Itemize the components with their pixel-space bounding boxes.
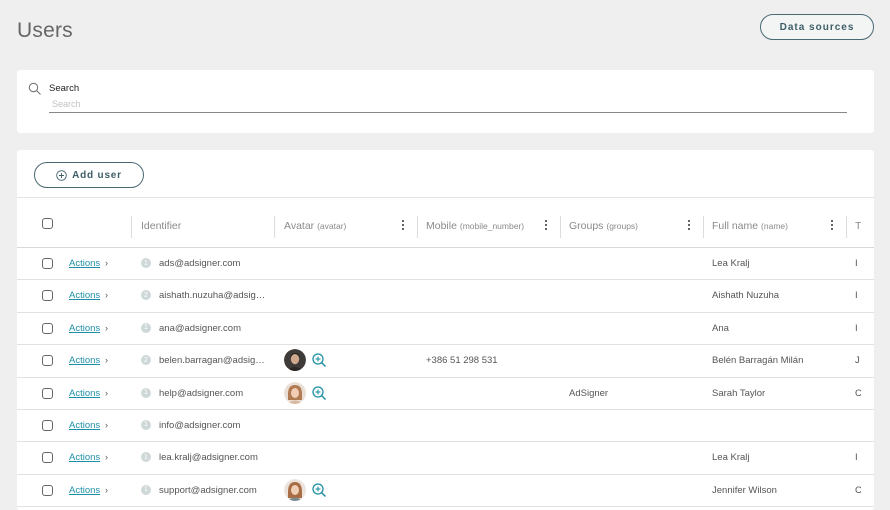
- actions-link[interactable]: Actions: [69, 323, 100, 334]
- add-user-button[interactable]: Add user: [34, 162, 144, 188]
- chevron-right-icon: ›: [105, 322, 108, 333]
- count-badge: 2: [141, 355, 151, 366]
- column-header-mobile[interactable]: Mobile (mobile_number): [426, 220, 524, 232]
- column-separator: [131, 216, 132, 238]
- table-body: Actions › 1 ads@adsigner.com Lea Kralj I…: [17, 248, 874, 508]
- next-column-cell: C: [855, 387, 861, 399]
- identifier-cell: help@adsigner.com: [159, 387, 244, 399]
- chevron-right-icon: ›: [105, 387, 108, 398]
- table-row: Actions › 1 ana@adsigner.com Ana I: [17, 313, 874, 346]
- column-separator: [703, 216, 704, 238]
- identifier-cell: lea.kralj@adsigner.com: [159, 452, 258, 464]
- table-row: Actions › 1 support@adsigner.com Jennife…: [17, 475, 874, 508]
- avatar-image: [284, 349, 306, 372]
- next-column-cell: C: [855, 484, 861, 496]
- table-row: Actions › 2 aishath.nuzuha@adsign... Ais…: [17, 280, 874, 313]
- table-row: Actions › 1 help@adsigner.com AdSigner S…: [17, 378, 874, 410]
- search-label: Search: [49, 83, 80, 94]
- groups-column-menu-icon[interactable]: [686, 220, 692, 234]
- column-header-groups[interactable]: Groups (groups): [569, 220, 638, 232]
- next-column-cell: J: [855, 355, 860, 367]
- identifier-cell: ana@adsigner.com: [159, 322, 241, 334]
- row-checkbox[interactable]: [42, 290, 53, 302]
- identifier-cell: info@adsigner.com: [159, 419, 241, 431]
- count-badge: 1: [141, 484, 151, 495]
- chevron-right-icon: ›: [105, 419, 108, 430]
- table-header: Identifier Avatar (avatar) Mobile (mobil…: [17, 197, 874, 248]
- fullname-cell: Lea Kralj: [712, 452, 750, 464]
- next-column-cell: I: [855, 322, 858, 334]
- column-header-avatar[interactable]: Avatar (avatar): [284, 220, 346, 232]
- mobile-cell: +386 51 298 531: [426, 355, 498, 367]
- fullname-cell: Aishath Nuzuha: [712, 290, 780, 302]
- actions-link[interactable]: Actions: [69, 485, 100, 496]
- chevron-right-icon: ›: [105, 484, 108, 495]
- users-table-card: Add user Identifier Avatar (avatar) Mobi…: [17, 150, 874, 510]
- search-panel: Search: [17, 70, 874, 133]
- count-badge: 1: [141, 322, 151, 333]
- count-badge: 1: [141, 419, 151, 430]
- column-header-fullname[interactable]: Full name (name): [712, 220, 788, 232]
- chevron-right-icon: ›: [105, 452, 108, 463]
- chevron-right-icon: ›: [105, 355, 108, 366]
- row-checkbox[interactable]: [42, 322, 53, 334]
- table-row: Actions › 1 ads@adsigner.com Lea Kralj I: [17, 248, 874, 281]
- row-checkbox[interactable]: [42, 387, 53, 399]
- search-input[interactable]: [49, 97, 847, 113]
- zoom-in-icon[interactable]: [311, 482, 327, 498]
- groups-cell: AdSigner: [569, 387, 609, 399]
- row-checkbox[interactable]: [42, 419, 53, 431]
- actions-link[interactable]: Actions: [69, 290, 100, 301]
- table-row: Actions › 1 info@adsigner.com: [17, 410, 874, 443]
- identifier-cell: belen.barragan@adsign...: [159, 355, 267, 367]
- count-badge: 1: [141, 452, 151, 463]
- fullname-cell: Ana: [712, 322, 729, 334]
- page-title: Users: [17, 19, 73, 42]
- table-row: Actions › 2 belen.barragan@adsign... +38…: [17, 345, 874, 378]
- fullname-cell: Lea Kralj: [712, 258, 750, 269]
- fullname-cell: Belén Barragán Milán: [712, 355, 804, 367]
- identifier-cell: aishath.nuzuha@adsign...: [159, 290, 267, 302]
- select-all-checkbox[interactable]: [42, 218, 53, 229]
- column-separator: [274, 216, 275, 238]
- actions-link[interactable]: Actions: [69, 452, 100, 463]
- row-checkbox[interactable]: [42, 484, 53, 496]
- avatar-column-menu-icon[interactable]: [400, 220, 406, 234]
- row-checkbox[interactable]: [42, 258, 53, 269]
- next-column-cell: I: [855, 290, 858, 302]
- column-header-next[interactable]: T: [855, 220, 861, 232]
- zoom-in-icon[interactable]: [311, 352, 327, 368]
- count-badge: 1: [141, 387, 151, 398]
- fullname-cell: Jennifer Wilson: [712, 484, 777, 496]
- row-checkbox[interactable]: [42, 355, 53, 367]
- avatar-image: [284, 381, 306, 404]
- actions-link[interactable]: Actions: [69, 388, 100, 399]
- data-sources-button[interactable]: Data sources: [760, 14, 874, 40]
- zoom-in-icon[interactable]: [311, 385, 327, 401]
- actions-link[interactable]: Actions: [69, 355, 100, 366]
- actions-link[interactable]: Actions: [69, 420, 100, 431]
- avatar-image: [284, 478, 306, 501]
- count-badge: 2: [141, 290, 151, 301]
- next-column-cell: I: [855, 258, 858, 269]
- table-row: Actions › 1 lea.kralj@adsigner.com Lea K…: [17, 442, 874, 475]
- column-separator: [417, 216, 418, 238]
- plus-circle-icon: [56, 169, 67, 181]
- column-separator: [846, 216, 847, 238]
- fullname-column-menu-icon[interactable]: [829, 220, 835, 234]
- add-user-label: Add user: [72, 169, 122, 181]
- fullname-cell: Sarah Taylor: [712, 387, 766, 399]
- search-icon: [28, 82, 41, 95]
- identifier-cell: ads@adsigner.com: [159, 258, 241, 269]
- row-checkbox[interactable]: [42, 452, 53, 464]
- chevron-right-icon: ›: [105, 258, 108, 268]
- column-header-identifier[interactable]: Identifier: [141, 220, 181, 232]
- chevron-right-icon: ›: [105, 290, 108, 301]
- identifier-cell: support@adsigner.com: [159, 484, 257, 496]
- mobile-column-menu-icon[interactable]: [543, 220, 549, 234]
- actions-link[interactable]: Actions: [69, 258, 100, 269]
- count-badge: 1: [141, 258, 151, 268]
- column-separator: [560, 216, 561, 238]
- next-column-cell: I: [855, 452, 858, 464]
